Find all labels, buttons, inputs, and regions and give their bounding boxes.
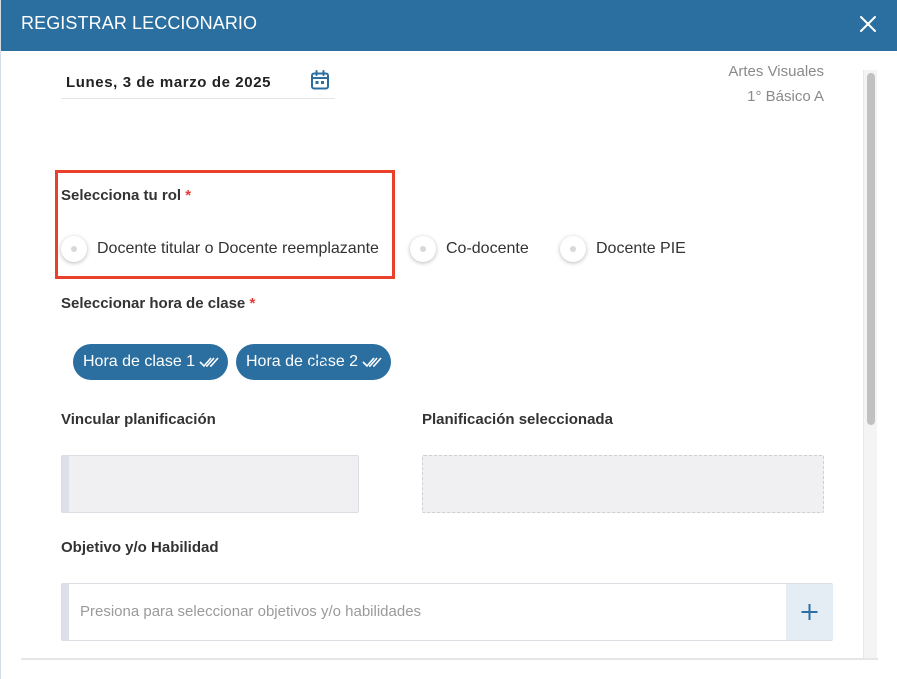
radio-docente-titular[interactable]: Docente titular o Docente reemplazante: [61, 235, 379, 263]
chip-label: Hora de clase 1: [83, 353, 196, 370]
close-button[interactable]: [853, 9, 883, 39]
calendar-icon[interactable]: [309, 69, 331, 91]
objetivo-placeholder: Presiona para seleccionar objetivos y/o …: [80, 603, 422, 620]
field-accent: [62, 456, 69, 512]
plus-icon: [801, 604, 818, 620]
radio-label: Docente PIE: [596, 240, 686, 257]
required-mark: *: [185, 187, 192, 204]
hora-chip-1[interactable]: Hora de clase 1: [73, 344, 228, 380]
rol-label: Selecciona tu rol *: [61, 187, 191, 204]
radio-docente-pie[interactable]: Docente PIE: [560, 235, 686, 263]
planificacion-seleccionada-field: [422, 455, 824, 513]
divider: [21, 658, 878, 660]
rol-label-text: Selecciona tu rol: [61, 187, 182, 204]
radio-co-docente[interactable]: Co-docente: [410, 235, 529, 263]
chip-label: Hora de clase 2: [246, 353, 359, 370]
subject-info: Artes Visuales 1° Básico A: [601, 59, 824, 109]
required-mark: *: [249, 295, 256, 312]
vincular-planificacion-label: Vincular planificación: [61, 411, 216, 428]
objetivo-label: Objetivo y/o Habilidad: [61, 539, 219, 556]
planificacion-seleccionada-label: Planificación seleccionada: [422, 411, 613, 428]
double-check-icon: [362, 357, 382, 368]
hora-label: Seleccionar hora de clase *: [61, 295, 255, 312]
date-value: Lunes, 3 de marzo de 2025: [66, 74, 272, 91]
modal-body: Lunes, 3 de marzo de 2025 Artes Visuales…: [1, 51, 897, 679]
date-picker[interactable]: Lunes, 3 de marzo de 2025: [61, 67, 335, 99]
field-accent: [62, 584, 69, 640]
radio-button[interactable]: [61, 236, 87, 262]
close-icon: [860, 16, 876, 32]
subject-name: Artes Visuales: [728, 63, 824, 80]
radio-label: Docente titular o Docente reemplazante: [97, 240, 379, 257]
leccionario-modal: REGISTRAR LECCIONARIO Lunes, 3 de marzo …: [0, 0, 897, 679]
info-icon[interactable]: [308, 357, 330, 379]
radio-button[interactable]: [560, 236, 586, 262]
radio-label: Co-docente: [446, 240, 529, 257]
radio-button[interactable]: [410, 236, 436, 262]
vincular-planificacion-field[interactable]: [61, 455, 359, 513]
double-check-icon: [199, 357, 219, 368]
modal-header: REGISTRAR LECCIONARIO: [1, 0, 897, 51]
add-objetivo-button[interactable]: [786, 584, 833, 640]
modal-title: REGISTRAR LECCIONARIO: [21, 13, 258, 33]
objetivo-selector[interactable]: Presiona para seleccionar objetivos y/o …: [61, 583, 833, 641]
scrollbar-thumb[interactable]: [867, 73, 875, 425]
subject-grade: 1° Básico A: [747, 88, 824, 105]
hora-label-text: Seleccionar hora de clase: [61, 295, 246, 312]
